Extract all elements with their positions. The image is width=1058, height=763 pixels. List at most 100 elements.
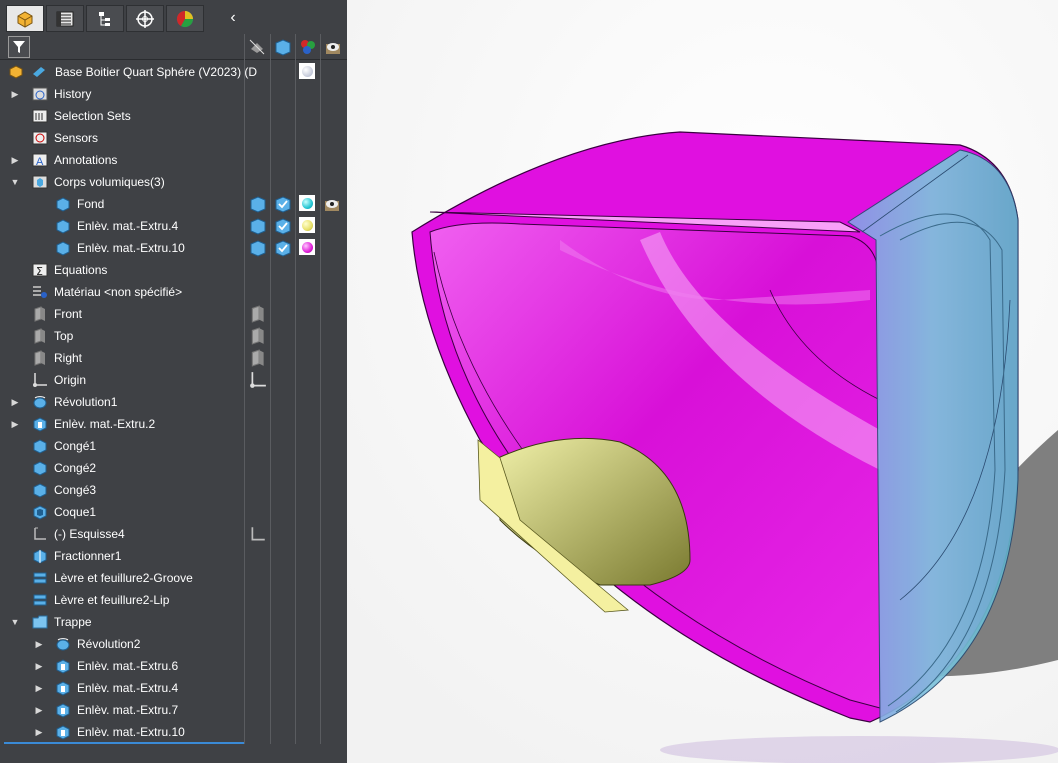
column-divider [270, 34, 271, 744]
body-checked-icon[interactable] [274, 195, 292, 213]
tree-item-revolution1[interactable]: ▶ Révolution1 [0, 391, 244, 413]
body-appearance-swatch[interactable] [299, 217, 315, 233]
tree-item-label: Enlèv. mat.-Extru.2 [54, 417, 156, 431]
sketch-visibility-icon[interactable] [249, 525, 267, 543]
appearance-ball-icon [302, 66, 313, 77]
tree-item-label: Enlèv. mat.-Extru.4 [77, 681, 179, 695]
tree-item-fillet3[interactable]: Congé3 [0, 479, 244, 501]
tree-item-label: Révolution1 [54, 395, 118, 409]
hide-show-body-icon[interactable] [249, 217, 267, 235]
tree-item-sketch4[interactable]: (-) Esquisse4 [0, 523, 244, 545]
tree-item-cut-extrude7[interactable]: ▶ Enlèv. mat.-Extru.7 [0, 699, 244, 721]
tree-item-label: Front [54, 307, 83, 321]
tree-item-fillet1[interactable]: Congé1 [0, 435, 244, 457]
tree-root-part[interactable]: Base Boitier Quart Sphére (V2023) (D [0, 61, 257, 83]
tree-item-label: Révolution2 [77, 637, 141, 651]
root-appearance-swatch[interactable] [299, 63, 315, 79]
property-manager-icon [56, 11, 74, 26]
tab-property-manager[interactable] [46, 5, 84, 32]
expand-arrow-icon[interactable]: ▶ [34, 633, 44, 655]
hide-show-body-icon[interactable] [249, 239, 267, 257]
tree-item-label: Lèvre et feuillure2-Lip [54, 593, 170, 607]
tree-item-lip-groove[interactable]: Lèvre et feuillure2-Groove [0, 567, 244, 589]
expand-arrow-icon[interactable]: ▶ [34, 655, 44, 677]
tree-item-body-extru4[interactable]: Enlèv. mat.-Extru.4 [0, 215, 244, 237]
tab-feature-manager[interactable] [6, 5, 44, 32]
body-appearance-swatch[interactable] [299, 195, 315, 211]
fillet-icon [33, 483, 47, 498]
appearance-ball-icon [302, 242, 313, 253]
chevron-left-icon: ‹ [230, 9, 236, 26]
expand-arrow-icon[interactable]: ▶ [34, 721, 44, 743]
tree-item-top-plane[interactable]: Top [0, 325, 244, 347]
tree-item-front-plane[interactable]: Front [0, 303, 244, 325]
body-checked-icon[interactable] [274, 239, 292, 257]
tree-item-label: Fractionner1 [54, 549, 122, 563]
cut-extrude-icon [56, 659, 70, 674]
eye-icon[interactable] [323, 195, 341, 213]
design-binder-icon [33, 67, 45, 77]
filter-button[interactable] [8, 36, 30, 58]
tree-item-cut-extrude10[interactable]: ▶ Enlèv. mat.-Extru.10 [0, 721, 244, 743]
tree-item-label: Fond [77, 197, 105, 211]
tree-item-equations[interactable]: Σ Equations [0, 259, 244, 281]
tree-item-body-fond[interactable]: Fond [0, 193, 244, 215]
tree-item-cut-extrude2[interactable]: ▶ Enlèv. mat.-Extru.2 [0, 413, 244, 435]
expand-arrow-icon[interactable]: ▶ [10, 83, 20, 105]
hide-show-column-header[interactable] [246, 36, 268, 58]
fillet-icon [33, 461, 47, 476]
collapse-arrow-icon[interactable]: ▼ [10, 171, 20, 193]
graphics-viewport[interactable] [347, 0, 1058, 763]
tree-item-fillet2[interactable]: Congé2 [0, 457, 244, 479]
tree-item-label: Right [54, 351, 83, 365]
body-checked-icon[interactable] [274, 217, 292, 235]
tree-item-selection-sets[interactable]: Selection Sets [0, 105, 244, 127]
lip-groove-icon [33, 594, 47, 606]
hide-show-body-icon[interactable] [249, 195, 267, 213]
cut-extrude-icon [33, 417, 47, 432]
revolve-icon [56, 638, 70, 651]
tree-item-lip-lip[interactable]: Lèvre et feuillure2-Lip [0, 589, 244, 611]
manager-tab-bar: ‹ [0, 0, 347, 34]
tree-item-cut-extrude6[interactable]: ▶ Enlèv. mat.-Extru.6 [0, 655, 244, 677]
collapse-panel-button[interactable]: ‹ [226, 6, 240, 30]
plane-visibility-icon[interactable] [249, 349, 267, 367]
tree-item-body-extru10[interactable]: Enlèv. mat.-Extru.10 [0, 237, 244, 259]
tab-dimxpert-manager[interactable] [126, 5, 164, 32]
tab-display-manager[interactable] [166, 5, 204, 32]
tree-item-history[interactable]: ▶ History [0, 83, 244, 105]
body-column-header[interactable] [272, 36, 294, 58]
tree-item-origin[interactable]: Origin [0, 369, 244, 391]
tree-item-sensors[interactable]: Sensors [0, 127, 244, 149]
tree-item-shell1[interactable]: Coque1 [0, 501, 244, 523]
folder-icon [32, 615, 48, 629]
expand-arrow-icon[interactable]: ▶ [10, 413, 20, 435]
tree-item-cut-extrude4[interactable]: ▶ Enlèv. mat.-Extru.4 [0, 677, 244, 699]
tree-item-split1[interactable]: Fractionner1 [0, 545, 244, 567]
origin-visibility-icon[interactable] [249, 371, 267, 389]
expand-arrow-icon[interactable]: ▶ [34, 699, 44, 721]
tree-item-folder-trappe[interactable]: ▼ Trappe [0, 611, 244, 633]
expand-arrow-icon[interactable]: ▶ [34, 677, 44, 699]
transparency-column-header[interactable] [322, 36, 344, 58]
tab-configuration-manager[interactable] [86, 5, 124, 32]
expand-arrow-icon[interactable]: ▶ [10, 149, 20, 171]
expand-arrow-icon[interactable]: ▶ [10, 391, 20, 413]
column-divider [244, 34, 245, 744]
dimxpert-icon [136, 9, 154, 28]
tree-item-material[interactable]: Matériau <non spécifié> [0, 281, 244, 303]
body-appearance-swatch[interactable] [299, 239, 315, 255]
tree-item-annotations[interactable]: ▶ A Annotations [0, 149, 244, 171]
tree-item-right-plane[interactable]: Right [0, 347, 244, 369]
plane-visibility-icon[interactable] [249, 305, 267, 323]
filter-icon [13, 41, 25, 53]
tree-item-label: History [54, 87, 92, 101]
collapse-arrow-icon[interactable]: ▼ [10, 611, 20, 633]
appearance-column-header[interactable] [297, 36, 319, 58]
tree-item-revolution2[interactable]: ▶ Révolution2 [0, 633, 244, 655]
plane-visibility-icon[interactable] [249, 327, 267, 345]
cut-extrude-icon [56, 725, 70, 740]
tree-item-label: Enlèv. mat.-Extru.10 [77, 725, 185, 739]
tree-item-label: Corps volumiques(3) [54, 175, 165, 189]
tree-item-solid-bodies[interactable]: ▼ Corps volumiques(3) [0, 171, 244, 193]
